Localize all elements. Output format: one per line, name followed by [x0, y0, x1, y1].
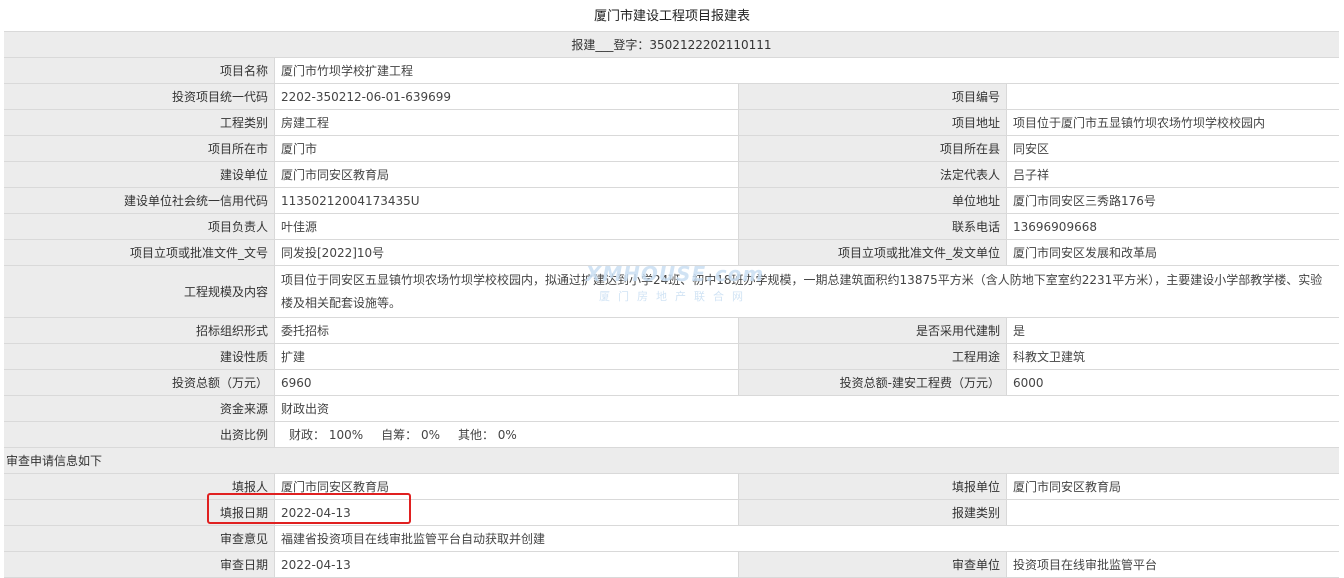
field-label: 工程规模及内容 [4, 266, 274, 317]
field-label: 填报单位 [738, 474, 1006, 499]
field-label: 审查日期 [4, 552, 274, 577]
nature-value: 扩建 [274, 344, 738, 369]
fiscal-ratio: 财政： 100% [289, 428, 364, 442]
field-label: 出资比例 [4, 422, 274, 447]
field-label: 投资总额（万元） [4, 370, 274, 395]
field-label: 审查单位 [738, 552, 1006, 577]
filler-unit-value: 厦门市同安区教育局 [1006, 474, 1339, 499]
table-row: 投资项目统一代码 2202-350212-06-01-639699 项目编号 [4, 84, 1339, 110]
table-row: 填报人 厦门市同安区教育局 填报单位 厦门市同安区教育局 [4, 474, 1339, 500]
field-label: 单位地址 [738, 188, 1006, 213]
agent-build-value: 是 [1006, 318, 1339, 343]
review-date-value: 2022-04-13 [274, 552, 738, 577]
report-type-value [1006, 500, 1339, 525]
field-label: 工程用途 [738, 344, 1006, 369]
table-row: 建设单位 厦门市同安区教育局 法定代表人 吕子祥 [4, 162, 1339, 188]
field-label: 项目所在县 [738, 136, 1006, 161]
legal-rep-value: 吕子祥 [1006, 162, 1339, 187]
table-row: 项目名称 厦门市竹坝学校扩建工程 [4, 58, 1339, 84]
self-ratio: 自筹： 0% [381, 428, 440, 442]
city-value: 厦门市 [274, 136, 738, 161]
eng-type-value: 房建工程 [274, 110, 738, 135]
field-label: 项目负责人 [4, 214, 274, 239]
usage-value: 科教文卫建筑 [1006, 344, 1339, 369]
registration-row: 报建___登字：3502122202110111 [4, 32, 1339, 58]
field-label: 投资总额-建安工程费（万元） [738, 370, 1006, 395]
page-title: 厦门市建设工程项目报建表 [593, 9, 750, 24]
field-label: 联系电话 [738, 214, 1006, 239]
review-unit-value: 投资项目在线审批监管平台 [1006, 552, 1339, 577]
unit-address-value: 厦门市同安区三秀路176号 [1006, 188, 1339, 213]
field-label: 法定代表人 [738, 162, 1006, 187]
invest-code-value: 2202-350212-06-01-639699 [274, 84, 738, 109]
scale-value: 项目位于同安区五显镇竹坝农场竹坝学校校园内，拟通过扩建达到小学24班、初中18班… [274, 266, 1339, 317]
county-value: 同安区 [1006, 136, 1339, 161]
table-row: 审查意见 福建省投资项目在线审批监管平台自动获取并创建 [4, 526, 1339, 552]
table-row: 项目所在市 厦门市 项目所在县 同安区 [4, 136, 1339, 162]
table-row: 项目负责人 叶佳源 联系电话 13696909668 [4, 214, 1339, 240]
field-label: 工程类别 [4, 110, 274, 135]
field-label: 建设性质 [4, 344, 274, 369]
field-label: 建设单位社会统一信用代码 [4, 188, 274, 213]
fund-source-value: 财政出资 [274, 396, 1339, 421]
table-row: 出资比例 财政： 100% 自筹： 0% 其他： 0% [4, 422, 1339, 448]
watermark-subtitle: 厦门房地产联合网 [599, 290, 751, 303]
credit-code-value: 11350212004173435U [274, 188, 738, 213]
project-no-value [1006, 84, 1339, 109]
review-header: 审查申请信息如下 [4, 448, 1339, 473]
build-cost-value: 6000 [1006, 370, 1339, 395]
field-label: 项目立项或批准文件_文号 [4, 240, 274, 265]
field-label: 资金来源 [4, 396, 274, 421]
registration-number: 报建___登字：3502122202110111 [4, 32, 1339, 57]
field-label: 报建类别 [738, 500, 1006, 525]
field-label: 项目名称 [4, 58, 274, 83]
table-row: 填报日期 2022-04-13 报建类别 [4, 500, 1339, 526]
table-row: 建设单位社会统一信用代码 11350212004173435U 单位地址 厦门市… [4, 188, 1339, 214]
table-row: 审查日期 2022-04-13 审查单位 投资项目在线审批监管平台 [4, 552, 1339, 578]
table-row: 工程类别 房建工程 项目地址 项目位于厦门市五显镇竹坝农场竹坝学校校园内 [4, 110, 1339, 136]
project-name-value: 厦门市竹坝学校扩建工程 [274, 58, 1339, 83]
field-label: 项目所在市 [4, 136, 274, 161]
fund-ratio-value: 财政： 100% 自筹： 0% 其他： 0% [274, 422, 1339, 447]
other-ratio: 其他： 0% [457, 428, 517, 442]
table-row: 建设性质 扩建 工程用途 科教文卫建筑 [4, 344, 1339, 370]
field-label: 建设单位 [4, 162, 274, 187]
highlight-box [207, 493, 411, 524]
field-label: 投资项目统一代码 [4, 84, 274, 109]
approval-unit-value: 厦门市同安区发展和改革局 [1006, 240, 1339, 265]
watermark-logo-text: XMHOUSE.com [585, 262, 765, 286]
total-invest-value: 6960 [274, 370, 738, 395]
field-label: 招标组织形式 [4, 318, 274, 343]
field-label: 项目地址 [738, 110, 1006, 135]
watermark: XMHOUSE.com 厦门房地产联合网 [565, 262, 785, 322]
address-value: 项目位于厦门市五显镇竹坝农场竹坝学校校园内 [1006, 110, 1339, 135]
field-label: 项目编号 [738, 84, 1006, 109]
table-row: 资金来源 财政出资 [4, 396, 1339, 422]
review-section-header: 审查申请信息如下 [4, 448, 1339, 474]
builder-value: 厦门市同安区教育局 [274, 162, 738, 187]
field-label: 审查意见 [4, 526, 274, 551]
phone-value: 13696909668 [1006, 214, 1339, 239]
leader-value: 叶佳源 [274, 214, 738, 239]
table-row: 投资总额（万元） 6960 投资总额-建安工程费（万元） 6000 [4, 370, 1339, 396]
opinion-value: 福建省投资项目在线审批监管平台自动获取并创建 [274, 526, 1339, 551]
